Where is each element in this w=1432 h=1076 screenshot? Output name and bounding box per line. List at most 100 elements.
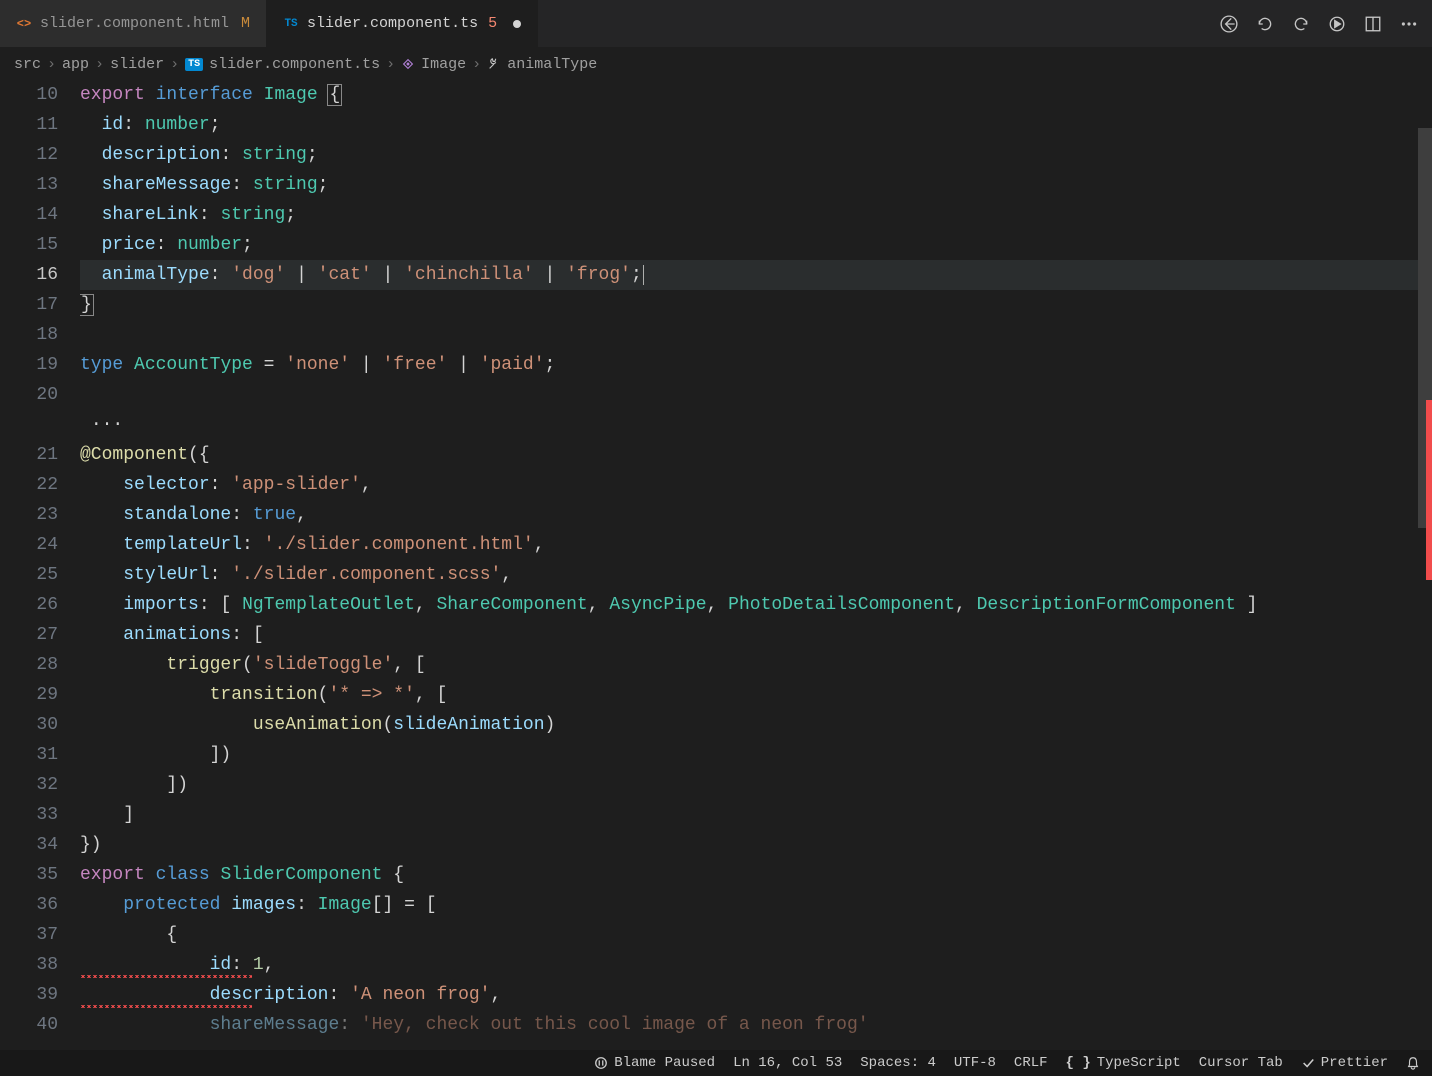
code-line[interactable]: animalType: 'dog' | 'cat' | 'chinchilla'…	[80, 260, 1432, 290]
code-line[interactable]: shareMessage: 'Hey, check out this cool …	[80, 1010, 1432, 1040]
code-line[interactable]: shareLink: string;	[80, 200, 1432, 230]
chevron-right-icon: ›	[47, 56, 56, 73]
encoding[interactable]: UTF-8	[954, 1055, 996, 1071]
chevron-right-icon: ›	[386, 56, 395, 73]
line-number: 11	[0, 110, 58, 140]
line-gutter: 1011121314151617181920212223242526272829…	[0, 80, 80, 1050]
crumb-app[interactable]: app	[62, 56, 89, 73]
code-line[interactable]: transition('* => *', [	[80, 680, 1432, 710]
crumb-src[interactable]: src	[14, 56, 41, 73]
code-line[interactable]: export interface Image {	[80, 80, 1432, 110]
line-number: 30	[0, 710, 58, 740]
code-line[interactable]	[80, 320, 1432, 350]
line-number: 38	[0, 950, 58, 980]
split-editor-button[interactable]	[1364, 15, 1382, 33]
notifications-button[interactable]	[1406, 1056, 1420, 1070]
code-line[interactable]: @Component({	[80, 440, 1432, 470]
code-line[interactable]: ])	[80, 740, 1432, 770]
code-line[interactable]: selector: 'app-slider',	[80, 470, 1432, 500]
bell-icon	[1406, 1056, 1420, 1070]
modified-badge: M	[241, 15, 250, 32]
language-mode[interactable]: { } TypeScript	[1066, 1055, 1181, 1071]
code-line[interactable]: trigger('slideToggle', [	[80, 650, 1432, 680]
error-squiggle	[80, 1005, 252, 1008]
code-editor[interactable]: 1011121314151617181920212223242526272829…	[0, 80, 1432, 1050]
cursor-position[interactable]: Ln 16, Col 53	[733, 1055, 842, 1071]
code-area[interactable]: export interface Image { id: number; des…	[80, 80, 1432, 1050]
wrench-icon	[487, 57, 501, 71]
go-back-button[interactable]	[1220, 15, 1238, 33]
cursor-tab[interactable]: Cursor Tab	[1199, 1055, 1283, 1071]
code-line[interactable]: }	[80, 290, 1432, 320]
code-line[interactable]: ···	[80, 410, 1432, 440]
ts-file-icon: TS	[185, 58, 203, 71]
more-actions-button[interactable]	[1400, 15, 1418, 33]
code-line[interactable]: id: 1,	[80, 950, 1432, 980]
code-line[interactable]: shareMessage: string;	[80, 170, 1432, 200]
redo-button[interactable]	[1292, 15, 1310, 33]
line-number: 28	[0, 650, 58, 680]
crumb-file[interactable]: TS slider.component.ts	[185, 56, 380, 73]
line-number: 37	[0, 920, 58, 950]
code-line[interactable]: protected images: Image[] = [	[80, 890, 1432, 920]
code-line[interactable]: id: number;	[80, 110, 1432, 140]
line-number: 26	[0, 590, 58, 620]
line-number: 23	[0, 500, 58, 530]
line-number: 21	[0, 440, 58, 470]
prettier-status[interactable]: Prettier	[1301, 1055, 1388, 1071]
code-line[interactable]: })	[80, 830, 1432, 860]
error-badge: 5	[488, 15, 497, 32]
line-number: 33	[0, 800, 58, 830]
code-line[interactable]: description: string;	[80, 140, 1432, 170]
html-file-icon: <>	[16, 16, 32, 32]
code-line[interactable]: animations: [	[80, 620, 1432, 650]
line-number: 24	[0, 530, 58, 560]
code-line[interactable]: styleUrl: './slider.component.scss',	[80, 560, 1432, 590]
line-number: 16	[0, 260, 58, 290]
title-actions	[1220, 15, 1432, 33]
error-marker	[1426, 400, 1432, 580]
code-line[interactable]: price: number;	[80, 230, 1432, 260]
line-number	[0, 410, 58, 440]
code-line[interactable]: imports: [ NgTemplateOutlet, ShareCompon…	[80, 590, 1432, 620]
code-line[interactable]: type AccountType = 'none' | 'free' | 'pa…	[80, 350, 1432, 380]
tab-ts[interactable]: TS slider.component.ts 5	[267, 0, 538, 47]
code-line[interactable]: {	[80, 920, 1432, 950]
undo-button[interactable]	[1256, 15, 1274, 33]
eol[interactable]: CRLF	[1014, 1055, 1048, 1071]
code-line[interactable]: templateUrl: './slider.component.html',	[80, 530, 1432, 560]
pause-icon	[594, 1056, 608, 1070]
run-button[interactable]	[1328, 15, 1346, 33]
crumb-slider[interactable]: slider	[110, 56, 164, 73]
line-number: 20	[0, 380, 58, 410]
code-line[interactable]: useAnimation(slideAnimation)	[80, 710, 1432, 740]
line-number: 18	[0, 320, 58, 350]
code-line[interactable]: ])	[80, 770, 1432, 800]
crumb-symbol-interface[interactable]: Image	[401, 56, 466, 73]
line-number: 12	[0, 140, 58, 170]
code-line[interactable]: export class SliderComponent {	[80, 860, 1432, 890]
code-line[interactable]: ]	[80, 800, 1432, 830]
tab-html[interactable]: <> slider.component.html M	[0, 0, 267, 47]
code-line[interactable]: standalone: true,	[80, 500, 1432, 530]
line-number: 10	[0, 80, 58, 110]
tab-bar: <> slider.component.html M TS slider.com…	[0, 0, 1432, 48]
dirty-dot-icon	[513, 20, 521, 28]
blame-status[interactable]: Blame Paused	[594, 1055, 715, 1071]
line-number: 15	[0, 230, 58, 260]
line-number: 14	[0, 200, 58, 230]
line-number: 19	[0, 350, 58, 380]
line-number: 40	[0, 1010, 58, 1040]
line-number: 32	[0, 770, 58, 800]
line-number: 36	[0, 890, 58, 920]
breadcrumb: src › app › slider › TS slider.component…	[0, 48, 1432, 80]
tab-label: slider.component.ts	[307, 15, 478, 32]
crumb-symbol-prop[interactable]: animalType	[487, 56, 597, 73]
indent-size[interactable]: Spaces: 4	[860, 1055, 936, 1071]
check-icon	[1301, 1056, 1315, 1070]
chevron-right-icon: ›	[95, 56, 104, 73]
code-line[interactable]	[80, 380, 1432, 410]
line-number: 13	[0, 170, 58, 200]
code-line[interactable]: description: 'A neon frog',	[80, 980, 1432, 1010]
line-number: 31	[0, 740, 58, 770]
